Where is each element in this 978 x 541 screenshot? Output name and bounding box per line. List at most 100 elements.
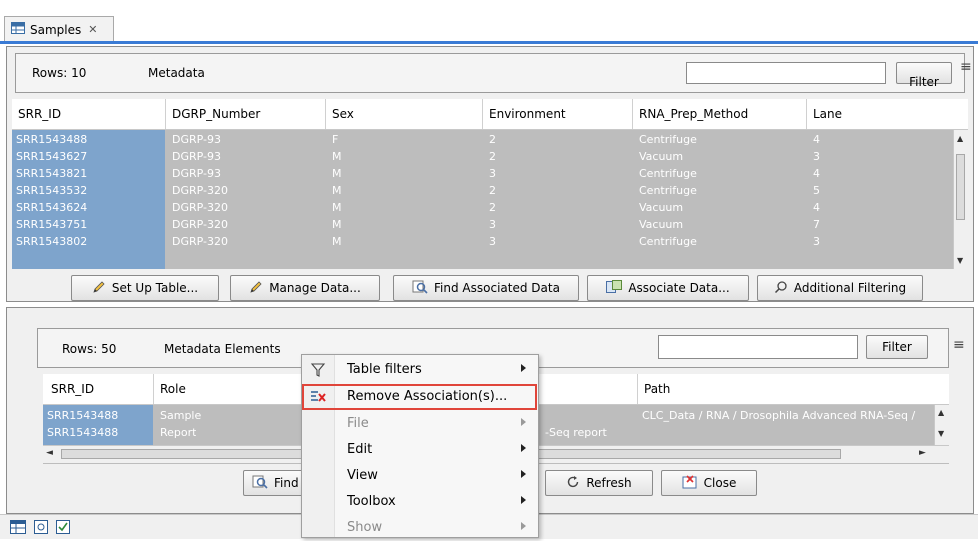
menu-item-toolbox[interactable]: Toolbox — [302, 489, 538, 515]
refresh-icon — [566, 475, 580, 492]
col-environment[interactable]: Environment — [489, 107, 566, 121]
filter-icon — [310, 362, 326, 378]
history-icon[interactable] — [56, 520, 70, 537]
associate-icon — [606, 279, 623, 297]
table-cell: SRR1543802 — [16, 235, 88, 248]
table-cell: M — [332, 218, 342, 231]
table-cell: F — [332, 133, 339, 146]
metadata-label: Metadata — [148, 66, 205, 80]
menu-label: Edit — [347, 442, 373, 457]
table-cell: SRR1543532 — [16, 184, 88, 197]
elements-filter-input[interactable] — [658, 335, 858, 359]
cell-role: Sample — [160, 409, 202, 422]
find-associated-data-button[interactable]: Find Associated Data — [393, 275, 579, 301]
table-cell: M — [332, 167, 342, 180]
panel-menu-icon[interactable]: ≡ — [960, 59, 972, 75]
elements-menu-icon[interactable]: ≡ — [953, 337, 965, 353]
pencil-icon — [249, 280, 263, 297]
table-scrollbar[interactable]: ▲ ▼ — [953, 130, 968, 269]
submenu-arrow-icon — [521, 496, 526, 504]
table-cell: 5 — [813, 184, 820, 197]
filter-button-label: Filter — [909, 75, 939, 89]
submenu-arrow-icon — [521, 444, 526, 452]
table-cell: DGRP-320 — [172, 184, 228, 197]
table-cell: SRR1543488 — [16, 133, 88, 146]
search-icon — [252, 475, 268, 492]
table-cell: DGRP-320 — [172, 218, 228, 231]
table-row[interactable]: SRR1543627 DGRP-93 M 2 Vacuum 3 — [12, 148, 954, 165]
additional-filtering-button[interactable]: Additional Filtering — [757, 275, 923, 301]
associate-data-button[interactable]: Associate Data... — [587, 275, 749, 301]
tab-samples[interactable]: Samples ✕ — [4, 16, 114, 42]
table-row[interactable]: SRR1543751 DGRP-320 M 3 Vacuum 7 — [12, 216, 954, 233]
table-cell: SRR1543751 — [16, 218, 88, 231]
submenu-arrow-icon — [521, 522, 526, 530]
table-cell: 4 — [813, 133, 820, 146]
close-button[interactable]: Close — [661, 470, 757, 496]
table-row[interactable]: SRR1543821 DGRP-93 M 3 Centrifuge 4 — [12, 165, 954, 182]
table-cell: 2 — [489, 201, 496, 214]
table-cell: 4 — [813, 167, 820, 180]
col-dgrp-number[interactable]: DGRP_Number — [172, 107, 260, 121]
cell-srr-id: SRR1543488 — [47, 409, 119, 422]
metadata-panel: Rows: 10 Metadata Filter ≡ SRR_ID DGRP_N… — [6, 46, 974, 302]
table-cell: 3 — [489, 218, 496, 231]
table-cell: M — [332, 235, 342, 248]
col-sex[interactable]: Sex — [332, 107, 354, 121]
manage-data-button[interactable]: Manage Data... — [230, 275, 380, 301]
tab-title: Samples — [30, 22, 82, 37]
table-cell: 3 — [489, 235, 496, 248]
elements-filter-button[interactable]: Filter — [866, 335, 928, 359]
menu-item-file: File — [302, 411, 538, 437]
table-cell: SRR1543627 — [16, 150, 88, 163]
tab-close-icon[interactable]: ✕ — [88, 23, 97, 36]
table-cell: DGRP-93 — [172, 167, 221, 180]
col-path[interactable]: Path — [644, 382, 670, 396]
table-cell: 2 — [489, 150, 496, 163]
table-cell: DGRP-93 — [172, 133, 221, 146]
properties-icon[interactable] — [34, 520, 48, 537]
col-lane[interactable]: Lane — [813, 107, 842, 121]
table-cell: M — [332, 150, 342, 163]
table-cell: DGRP-93 — [172, 150, 221, 163]
submenu-arrow-icon — [521, 418, 526, 426]
menu-label: View — [347, 468, 378, 483]
pencil-icon — [92, 280, 106, 297]
filter-button[interactable]: Filter — [896, 62, 952, 89]
table-view-icon[interactable] — [10, 520, 26, 537]
table-row[interactable]: SRR1543488 DGRP-93 F 2 Centrifuge 4 — [12, 131, 954, 148]
submenu-arrow-icon — [521, 470, 526, 478]
menu-label: File — [347, 416, 369, 431]
cell-srr-id: SRR1543488 — [47, 426, 119, 439]
set-up-table-button[interactable]: Set Up Table... — [71, 275, 219, 301]
search-icon — [412, 280, 428, 297]
refresh-button[interactable]: Refresh — [545, 470, 653, 496]
elements-vscroll[interactable]: ▲ ▼ — [934, 405, 949, 445]
table-row[interactable]: SRR1543624 DGRP-320 M 2 Vacuum 4 — [12, 199, 954, 216]
table-row[interactable]: SRR1543802 DGRP-320 M 3 Centrifuge 3 — [12, 233, 954, 250]
col-role[interactable]: Role — [160, 382, 186, 396]
context-menu: Table filters Remove Association(s)... F… — [301, 354, 539, 538]
cell-role: Report — [160, 426, 197, 439]
table-cell: 7 — [813, 218, 820, 231]
table-icon — [11, 22, 25, 37]
table-cell: M — [332, 201, 342, 214]
table-cell: Vacuum — [639, 201, 684, 214]
col-srr-id[interactable]: SRR_ID — [51, 382, 94, 396]
table-row[interactable]: SRR1543532 DGRP-320 M 2 Centrifuge 5 — [12, 182, 954, 199]
table-cell: DGRP-320 — [172, 235, 228, 248]
table-cell: 3 — [489, 167, 496, 180]
menu-item-table-filters[interactable]: Table filters — [302, 357, 538, 383]
menu-label: Show — [347, 520, 383, 535]
col-rna-prep[interactable]: RNA_Prep_Method — [639, 107, 748, 121]
menu-item-remove-associations[interactable]: Remove Association(s)... — [302, 384, 538, 410]
table-cell: SRR1543821 — [16, 167, 88, 180]
menu-item-edit[interactable]: Edit — [302, 437, 538, 463]
magnifier-icon — [774, 280, 788, 297]
menu-item-view[interactable]: View — [302, 463, 538, 489]
cell-partial: -Seq report — [545, 426, 607, 439]
filter-input[interactable] — [686, 62, 886, 84]
elements-rows-count: Rows: 50 — [62, 342, 117, 356]
set-up-table-label: Set Up Table... — [111, 281, 199, 295]
col-srr-id[interactable]: SRR_ID — [18, 107, 61, 121]
